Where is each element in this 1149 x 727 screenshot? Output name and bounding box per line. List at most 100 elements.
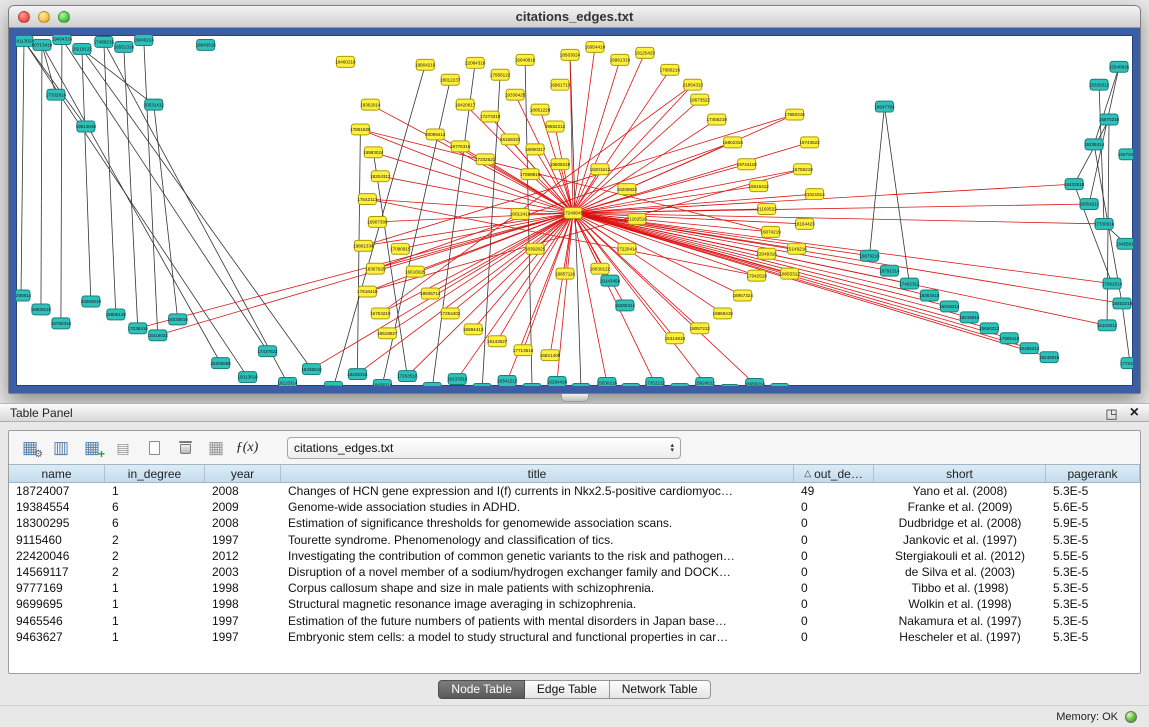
graph-edge[interactable] (869, 107, 884, 256)
graph-edge[interactable] (82, 49, 91, 302)
graph-node[interactable]: 18630122 (590, 263, 611, 274)
graph-node[interactable]: 16859415 (713, 308, 734, 319)
graph-edge[interactable] (432, 63, 475, 386)
float-panel-icon[interactable]: ◳ (1105, 407, 1117, 420)
graph-node[interactable]: 16158423 (500, 134, 521, 145)
graph-node[interactable]: 19143458 (600, 275, 621, 286)
graph-node[interactable]: 18791514 (879, 265, 900, 276)
graph-node[interactable]: 16018214 (939, 301, 960, 312)
graph-node[interactable]: 18957324 (732, 290, 753, 301)
graph-node[interactable]: 16103012 (1097, 320, 1118, 331)
graph-edge[interactable] (144, 40, 158, 335)
window-titlebar[interactable]: citations_edges.txt (9, 6, 1140, 28)
graph-node[interactable]: 19125423 (635, 47, 656, 58)
graph-edge[interactable] (124, 47, 138, 328)
graph-node[interactable]: 19460218 (335, 56, 356, 67)
graph-node[interactable]: 19336425 (505, 89, 526, 100)
table-row[interactable]: 946554611997Estimation of the future num… (9, 613, 1140, 629)
graph-node[interactable]: 16209522 (617, 184, 638, 195)
graph-node[interactable]: 16954418 (585, 41, 606, 52)
graph-edge[interactable] (573, 213, 1107, 325)
graph-node[interactable]: 19808219 (550, 159, 571, 170)
graph-node[interactable]: 16074219 (760, 226, 781, 237)
graph-node[interactable]: 16465214 (1019, 343, 1040, 354)
graph-node[interactable]: 18563024 (560, 49, 581, 60)
graph-edge[interactable] (82, 49, 154, 105)
graph-node[interactable]: 18341212 (497, 376, 518, 386)
graph-edge[interactable] (573, 213, 1104, 224)
graph-node[interactable]: 16754219 (370, 308, 391, 319)
table-mode-button[interactable]: ▦ ⚙ (17, 435, 43, 461)
graph-node[interactable]: 17713516 (513, 345, 534, 356)
graph-edge[interactable] (573, 213, 705, 383)
graph-node[interactable]: 17542113 (357, 194, 378, 205)
graph-edge[interactable] (61, 39, 62, 323)
divider-handle[interactable] (561, 394, 589, 402)
graph-node[interactable]: 17263518 (397, 371, 418, 382)
table-row[interactable]: 2242004622012Investigating the contribut… (9, 548, 1140, 564)
graph-node[interactable]: 17462312 (899, 278, 920, 289)
graph-edge[interactable] (573, 213, 1049, 357)
graph-node[interactable]: 19804216 (415, 59, 436, 70)
graph-node[interactable]: 19464316 (52, 35, 73, 44)
graph-node[interactable]: 18775316 (450, 141, 471, 152)
graph-node[interactable]: 16679218 (859, 250, 880, 261)
graph-edge[interactable] (311, 213, 573, 369)
table-row[interactable]: 1872400712008Changes of HCN gene express… (9, 483, 1140, 499)
graph-node[interactable]: 15924512 (695, 378, 716, 386)
graph-node[interactable]: 16455918 (1116, 238, 1133, 249)
graph-node[interactable]: 18647794 (874, 101, 895, 112)
function-builder-button[interactable]: ƒ(x) (234, 435, 260, 461)
table-row[interactable]: 1830029562008Estimation of significance … (9, 515, 1140, 531)
graph-node[interactable]: 16594413 (463, 324, 484, 335)
graph-node[interactable]: 19050212 (323, 382, 344, 386)
graph-node[interactable]: 17850316 (784, 109, 805, 120)
graph-node[interactable]: 17062514 (1102, 278, 1123, 289)
tab-network-table[interactable]: Network Table (610, 680, 711, 699)
graph-node[interactable]: 19040224 (134, 35, 155, 45)
graph-node[interactable]: 18302014 (360, 99, 381, 110)
graph-node[interactable]: 17249045 (563, 208, 584, 219)
column-header-name[interactable]: name (9, 465, 105, 482)
graph-node[interactable]: 18392025 (525, 243, 546, 254)
tab-node-table[interactable]: Node Table (438, 680, 525, 699)
graph-node[interactable]: 18673522 (690, 94, 711, 105)
graph-node[interactable]: 18416022 (148, 330, 169, 341)
graph-node[interactable]: 15530216 (597, 378, 618, 386)
graph-node[interactable]: 18367925 (365, 263, 386, 274)
graph-node[interactable]: 17086216 (660, 64, 681, 75)
graph-edge[interactable] (1122, 303, 1130, 363)
graph-edge[interactable] (1094, 67, 1119, 145)
graph-node[interactable]: 22084318 (465, 57, 486, 68)
graph-node[interactable]: 18433216 (670, 384, 691, 386)
show-columns-button[interactable]: ▥ (48, 435, 74, 461)
graph-node[interactable]: 18012237 (440, 74, 461, 85)
graph-edge[interactable] (415, 213, 573, 272)
graph-node[interactable]: 17488215 (94, 36, 115, 47)
table-row[interactable]: 1938455462009Genome-wide association stu… (9, 499, 1140, 515)
graph-node[interactable]: 17273319 (480, 111, 501, 122)
graph-node[interactable]: 21854313 (683, 79, 704, 90)
graph-node[interactable]: 18420617 (455, 99, 476, 110)
column-header-in_degree[interactable]: in_degree (105, 465, 205, 482)
table-row[interactable]: 969969511998Structural magnetic resonanc… (9, 596, 1140, 612)
graph-node[interactable]: 18201612 (590, 164, 611, 175)
graph-edge[interactable] (573, 100, 700, 213)
graph-node[interactable]: 18054212 (1079, 199, 1100, 210)
graph-node[interactable]: 17851828 (350, 124, 371, 135)
close-panel-icon[interactable]: × (1130, 405, 1139, 421)
graph-node[interactable]: 18090317 (525, 144, 546, 155)
table-row[interactable]: 946362711997Embryonic stem cells: a mode… (9, 629, 1140, 645)
graph-edge[interactable] (42, 45, 56, 95)
graph-node[interactable]: 16551318 (114, 41, 135, 52)
graph-node[interactable]: 16870218 (1099, 114, 1120, 125)
graph-node[interactable]: 17332816 (46, 89, 67, 100)
tab-edge-table[interactable]: Edge Table (525, 680, 610, 699)
graph-edge[interactable] (1074, 120, 1109, 185)
graph-node[interactable]: 20099414 (425, 129, 446, 140)
graph-node[interactable]: 16809122 (31, 304, 52, 315)
graph-node[interactable]: 18115314 (277, 378, 298, 386)
graph-node[interactable]: 16012418 (510, 209, 531, 220)
graph-node[interactable]: 17090316 (522, 384, 543, 386)
import-table-button[interactable]: ▦ (203, 435, 229, 461)
